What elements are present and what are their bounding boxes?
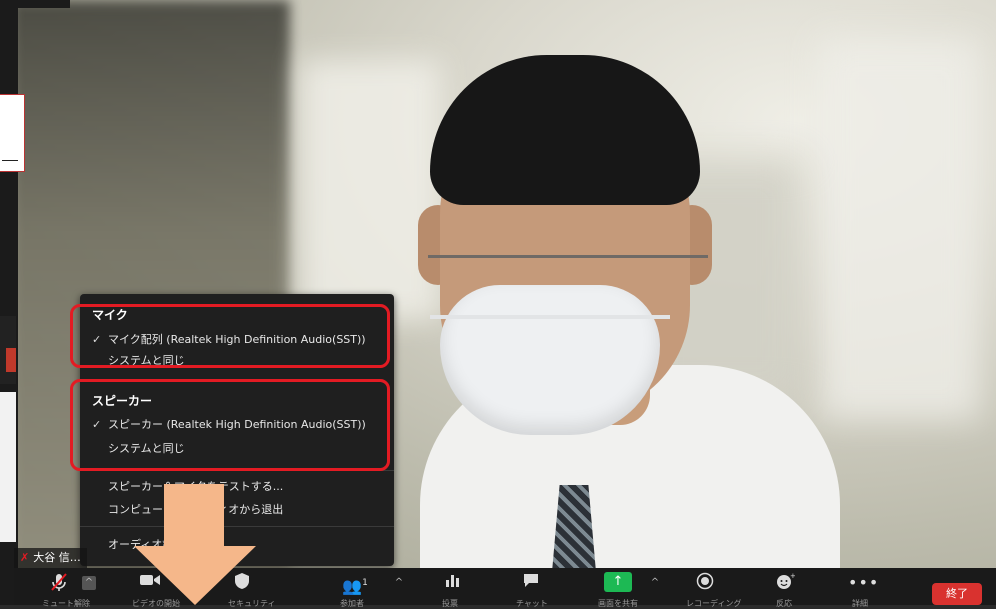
chat-button[interactable]: [520, 572, 542, 594]
participant-name-tag: ✗ 大谷 信…: [14, 548, 87, 568]
audio-options-caret[interactable]: ^: [82, 576, 96, 590]
callout-line: [2, 160, 18, 161]
more-button[interactable]: •••: [848, 572, 878, 594]
background-window-edge: [0, 392, 16, 542]
participants-button[interactable]: 👥1: [336, 572, 374, 596]
reactions-label: 反応: [776, 599, 792, 608]
participants-label: 参加者: [340, 599, 364, 608]
more-dots-icon: •••: [848, 573, 880, 592]
bar-chart-icon: [446, 575, 459, 587]
speaker-highlight-box: [70, 379, 390, 471]
unmute-button[interactable]: [48, 572, 70, 594]
record-icon: [696, 572, 714, 590]
smiley-add-icon: +: [777, 572, 796, 589]
share-caret[interactable]: ^: [648, 576, 662, 590]
polls-label: 投票: [442, 599, 458, 608]
face-mask: [430, 285, 670, 435]
record-button[interactable]: [694, 572, 716, 594]
participants-caret[interactable]: ^: [392, 576, 406, 590]
reactions-button[interactable]: +: [774, 572, 796, 594]
polls-button[interactable]: [442, 572, 462, 594]
mic-highlight-box: [70, 304, 390, 368]
muted-mic-icon: ✗: [20, 551, 30, 564]
mute-label: ミュート解除: [42, 599, 90, 608]
chat-label: チャット: [516, 599, 548, 608]
background-window-edge: [6, 348, 16, 372]
participants-icon: 👥: [342, 576, 363, 596]
participant-name: 大谷 信…: [33, 551, 81, 564]
share-arrow-icon: ↑: [612, 574, 624, 589]
participants-count: 1: [362, 578, 368, 588]
hair: [430, 55, 700, 205]
share-screen-button[interactable]: ↑: [604, 572, 632, 592]
mic-muted-icon: [51, 573, 67, 591]
more-label: 詳細: [852, 599, 868, 608]
annotation-arrow: [164, 484, 224, 546]
background-window-edge: [0, 0, 70, 8]
chat-bubble-icon: [524, 574, 538, 587]
participant-video: [380, 55, 850, 595]
menu-divider: [80, 526, 394, 527]
svg-text:+: +: [790, 572, 795, 580]
record-label: レコーディング: [686, 599, 742, 608]
annotation-arrow-head: [134, 546, 256, 605]
share-label: 画面を共有: [598, 599, 638, 608]
end-meeting-button[interactable]: 終了: [932, 583, 982, 605]
